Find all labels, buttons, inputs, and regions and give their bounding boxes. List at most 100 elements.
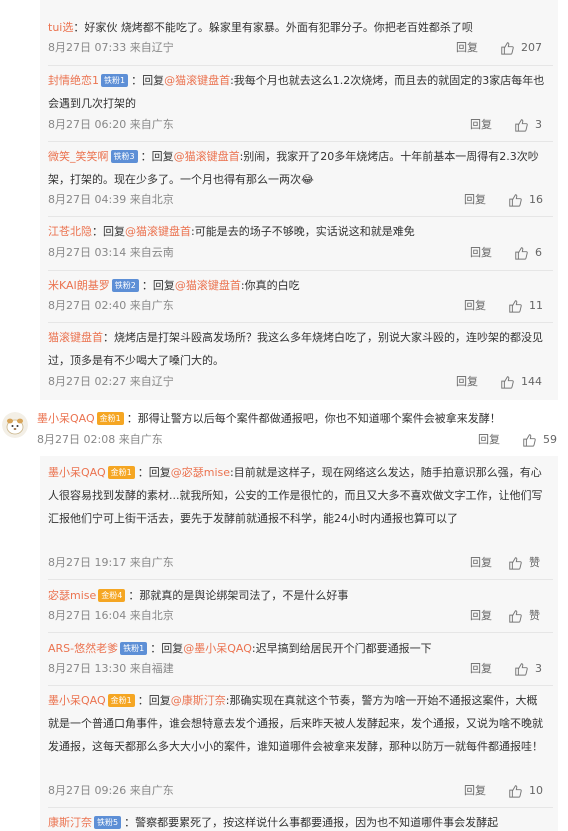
reply-text: 墨小呆QAQ 金粉1 ：回复@康斯汀奈:那确实现在真就这个节奏，警方为啥一开始不通报… xyxy=(48,689,548,758)
reply-button[interactable]: 回复 xyxy=(478,432,500,448)
divider xyxy=(48,807,553,808)
thumb-up-icon xyxy=(509,194,522,207)
like-button[interactable]: 3 xyxy=(514,661,542,677)
mention-link[interactable]: @康斯汀奈 xyxy=(171,694,226,707)
reply-body: :你真的白吃 xyxy=(240,279,300,292)
reply-meta: 8月27日 02:27 来自辽宁 xyxy=(48,374,174,390)
reply-button[interactable]: 回复 xyxy=(464,298,486,314)
like-count: 6 xyxy=(535,246,542,259)
reply-body: ：烧烤店是打架斗殴高发场所？我这么多年烧烤白吃了，别说大家斗殴的，连吵架的都没见… xyxy=(48,331,543,367)
reply-button[interactable]: 回复 xyxy=(464,783,486,799)
mention-link[interactable]: @猫滚键盘首 xyxy=(174,150,240,163)
reply-time: 8月27日 02:40 xyxy=(48,299,127,312)
like-button[interactable]: 赞 xyxy=(508,555,540,571)
thumb-up-icon xyxy=(509,785,522,798)
thumb-up-icon xyxy=(501,376,514,389)
like-count: 16 xyxy=(529,193,543,206)
thumb-up-icon xyxy=(509,610,522,623)
reply-username[interactable]: 封情绝恋1 xyxy=(48,74,99,87)
reply-text: 猫滚键盘首：烧烤店是打架斗殴高发场所？我这么多年烧烤白吃了，别说大家斗殴的，连吵… xyxy=(48,326,548,372)
like-count: 11 xyxy=(529,299,543,312)
fan-badge: 铁粉2 xyxy=(111,279,139,292)
reply-button[interactable]: 回复 xyxy=(456,40,478,56)
reply-button[interactable]: 回复 xyxy=(470,661,492,677)
reply-meta: 8月27日 19:17 来自广东 xyxy=(48,555,174,571)
like-count: 59 xyxy=(543,433,557,446)
reply-username[interactable]: 猫滚键盘首 xyxy=(48,331,103,344)
fan-badge: 铁粉3 xyxy=(110,150,138,163)
divider xyxy=(48,270,553,271)
mention-link[interactable]: @宓瑟mise xyxy=(171,466,230,479)
like-button[interactable]: 赞 xyxy=(508,608,540,624)
divider xyxy=(48,685,553,686)
divider xyxy=(48,579,553,580)
like-button[interactable]: 207 xyxy=(500,40,542,56)
reply-body: :迟早搞到给居民开个门都要通报一下 xyxy=(251,642,432,655)
reply-username[interactable]: 康斯汀奈 xyxy=(48,816,92,829)
reply-meta: 8月27日 16:04 来自北京 xyxy=(48,608,174,624)
reply-source: 来自广东 xyxy=(129,118,174,131)
reply-username[interactable]: tui选 xyxy=(48,21,73,34)
reply-time: 8月27日 02:27 xyxy=(48,375,127,388)
reply-button[interactable]: 回复 xyxy=(470,245,492,261)
reply-button[interactable]: 回复 xyxy=(470,555,492,571)
mention-link[interactable]: @墨小呆QAQ xyxy=(183,642,252,655)
reply-username[interactable]: ARS-悠然老爹 xyxy=(48,642,118,655)
reply-username[interactable]: 宓瑟mise xyxy=(48,589,96,602)
reply-username[interactable]: 墨小呆QAQ xyxy=(48,466,106,479)
reply-time: 8月27日 04:39 xyxy=(48,193,127,206)
comment-text: 墨小呆QAQ 金粉1 ：那得让警方以后每个案件都做通报吧，你也不知道哪个案件会被拿来… xyxy=(37,407,501,430)
reply-button[interactable]: 回复 xyxy=(464,192,486,208)
avatar[interactable] xyxy=(2,412,28,438)
thumb-up-icon xyxy=(515,247,528,260)
reply-username[interactable]: 微笑_笑笑啊 xyxy=(48,150,109,163)
reply-meta: 8月27日 06:20 来自广东 xyxy=(48,117,174,133)
reply-text: ARS-悠然老爹 铁粉1 ：回复@墨小呆QAQ:迟早搞到给居民开个门都要通报一下 xyxy=(48,637,432,660)
reply-button[interactable]: 回复 xyxy=(456,374,478,390)
reply-username[interactable]: 江苍北隐 xyxy=(48,225,92,238)
reply-button[interactable]: 回复 xyxy=(470,117,492,133)
thumb-up-icon xyxy=(515,663,528,676)
like-button[interactable]: 6 xyxy=(514,245,542,261)
reply-meta: 8月27日 13:30 来自福建 xyxy=(48,661,174,677)
reply-source: 来自广东 xyxy=(129,556,174,569)
reply-username[interactable]: 墨小呆QAQ xyxy=(48,694,106,707)
reply-text: 江苍北隐：回复@猫滚键盘首:可能是去的场子不够晚，实话说这和就是难免 xyxy=(48,220,415,243)
mention-link[interactable]: @猫滚键盘首 xyxy=(175,279,241,292)
reply-meta: 8月27日 09:26 来自广东 xyxy=(48,783,174,799)
reply-prefix: ：回复 xyxy=(140,150,174,163)
reply-button[interactable]: 回复 xyxy=(470,608,492,624)
divider xyxy=(48,65,553,66)
like-button[interactable]: 16 xyxy=(508,192,543,208)
reply-username[interactable]: 米KAI朗基罗 xyxy=(48,279,110,292)
reply-meta: 8月27日 07:33 来自辽宁 xyxy=(48,40,174,56)
reply-source: 来自广东 xyxy=(129,784,174,797)
like-button[interactable]: 59 xyxy=(522,432,557,448)
reply-prefix: ：回复 xyxy=(137,694,171,707)
reply-source: 来自福建 xyxy=(129,662,174,675)
like-count: 144 xyxy=(521,375,542,388)
mention-link[interactable]: @猫滚键盘首 xyxy=(164,74,230,87)
reply-body: ：警察都要累死了，按这样说什么事都要通报，因为也不知道哪件事会发酵起 xyxy=(124,816,499,829)
like-label: 赞 xyxy=(529,609,540,622)
reply-body: ：那就真的是舆论绑架司法了，不是什么好事 xyxy=(128,589,349,602)
like-button[interactable]: 144 xyxy=(500,374,542,390)
like-button[interactable]: 10 xyxy=(508,783,543,799)
like-button[interactable]: 11 xyxy=(508,298,543,314)
reply-source: 来自北京 xyxy=(129,193,174,206)
reply-text: 封情绝恋1 铁粉1 ：回复@猫滚键盘首:我每个月也就去这么1.2次烧烤，而且去的就固… xyxy=(48,69,548,115)
reply-text: 宓瑟mise 金粉4 ：那就真的是舆论绑架司法了，不是什么好事 xyxy=(48,584,348,607)
like-button[interactable]: 3 xyxy=(514,117,542,133)
comment-meta: 8月27日 02:08 来自广东 xyxy=(37,432,163,448)
like-count: 3 xyxy=(535,118,542,131)
thumb-up-icon xyxy=(515,119,528,132)
reply-prefix: ：回复 xyxy=(150,642,184,655)
reply-time: 8月27日 07:33 xyxy=(48,41,127,54)
reply-prefix: ：回复 xyxy=(131,74,165,87)
reply-source: 来自广东 xyxy=(129,299,174,312)
reply-source: 来自辽宁 xyxy=(129,375,174,388)
comment-username[interactable]: 墨小呆QAQ xyxy=(37,412,95,425)
mention-link[interactable]: @猫滚键盘首 xyxy=(125,225,191,238)
fan-badge: 金粉1 xyxy=(107,466,135,479)
reply-text: tui选：好家伙 烧烤都不能吃了。躲家里有家暴。外面有犯罪分子。你把老百姓都杀了… xyxy=(48,16,473,39)
